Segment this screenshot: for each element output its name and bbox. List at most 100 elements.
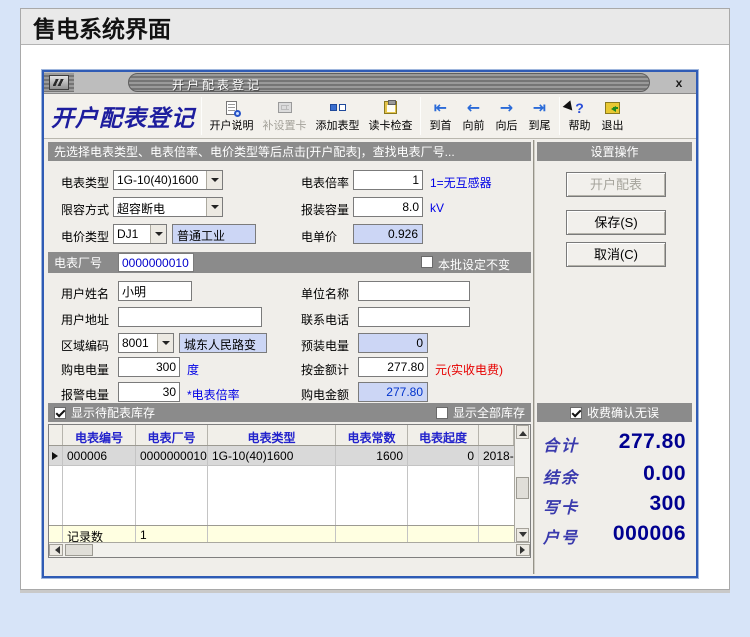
- col-header-date[interactable]: [479, 425, 514, 445]
- col-header-meter-no[interactable]: 电表编号: [63, 425, 136, 445]
- scroll-up-icon[interactable]: [516, 425, 529, 439]
- balance-value: 0.00: [643, 462, 686, 485]
- meter-type-combobox[interactable]: 1G-10(40)1600: [113, 170, 223, 190]
- page-card: 售电系统界面 开户配表登记 x 开户配表登记 开户说明 补设置卡 添加表型 读卡…: [20, 8, 730, 590]
- col-header-factory-no[interactable]: 电表厂号: [136, 425, 208, 445]
- capacity-hint: kV: [430, 201, 445, 215]
- horizontal-scrollbar[interactable]: [49, 542, 530, 557]
- phone-label: 联系电话: [301, 313, 350, 327]
- chevron-down-icon[interactable]: [157, 334, 173, 352]
- doc-search-icon: [226, 99, 241, 117]
- confirm-bar: 收费确认无误: [537, 403, 692, 422]
- show-pending-checkbox[interactable]: [54, 406, 66, 419]
- go-next-button[interactable]: → 向后: [490, 95, 523, 137]
- batch-fixed-label: 本批设定不变: [438, 258, 511, 272]
- toolbar-separator: [420, 97, 421, 135]
- table-row[interactable]: 000006 0000000010 1G-10(40)1600 1600 0 2…: [49, 446, 514, 466]
- table-empty-area: [49, 466, 514, 525]
- setup-card-button: 补设置卡: [258, 95, 311, 137]
- go-first-button[interactable]: ⇤ 到首: [424, 95, 457, 137]
- prev-arrow-icon: ←: [466, 97, 481, 117]
- show-all-label: 显示全部库存: [452, 406, 525, 420]
- vertical-scrollbar[interactable]: [514, 425, 530, 542]
- save-button[interactable]: 保存(S): [566, 210, 666, 235]
- go-last-button[interactable]: ⇥ 到尾: [523, 95, 556, 137]
- col-header-start-reading[interactable]: 电表起度: [408, 425, 479, 445]
- balance-label: 结余: [543, 468, 580, 487]
- price-type-combobox[interactable]: DJ1: [113, 224, 167, 244]
- preload-field: 0: [358, 333, 428, 353]
- multiplier-label: 电表倍率: [301, 176, 350, 190]
- instructions-button[interactable]: 开户说明: [205, 95, 258, 137]
- scroll-left-icon[interactable]: [49, 544, 63, 556]
- close-icon[interactable]: x: [670, 75, 688, 91]
- table-footer-row: 记录数 1: [49, 525, 514, 542]
- clipboard-icon: [384, 99, 397, 116]
- purchase-qty-input[interactable]: [118, 357, 180, 377]
- account-no-label: 户号: [543, 528, 580, 547]
- toolbar-separator: [201, 97, 202, 135]
- horizontal-scroll-thumb[interactable]: [65, 544, 93, 556]
- form-brand-title: 开户配表登记: [51, 105, 195, 132]
- user-name-input[interactable]: [118, 281, 192, 301]
- col-header-constant[interactable]: 电表常数: [336, 425, 408, 445]
- window-titlebar: 开户配表登记 x: [44, 72, 696, 94]
- chevron-down-icon[interactable]: [206, 171, 222, 189]
- total-label: 合计: [543, 436, 580, 455]
- fee-confirm-checkbox[interactable]: [569, 406, 582, 419]
- area-desc-field: 城东人民路变: [179, 333, 267, 353]
- scroll-right-icon[interactable]: [516, 544, 530, 556]
- purchase-amt-label: 购电金额: [301, 388, 350, 402]
- user-addr-label: 用户地址: [61, 313, 110, 327]
- account-no-value: 000006: [612, 522, 686, 545]
- price-type-label: 电价类型: [61, 230, 110, 244]
- go-prev-button[interactable]: ← 向前: [457, 95, 490, 137]
- org-name-input[interactable]: [358, 281, 470, 301]
- help-icon: ?: [575, 99, 584, 116]
- write-card-value: 300: [649, 492, 686, 515]
- app-window: 开户配表登记 x 开户配表登记 开户说明 补设置卡 添加表型 读卡检查 ⇤ 到首…: [42, 70, 698, 578]
- multiplier-input[interactable]: [353, 170, 423, 190]
- chevron-down-icon[interactable]: [150, 225, 166, 243]
- assign-meter-button: 开户配表: [566, 172, 666, 197]
- show-pending-label: 显示待配表库存: [71, 406, 156, 420]
- record-count-value: 1: [136, 526, 208, 542]
- limit-mode-combobox[interactable]: 超容断电: [113, 197, 223, 217]
- preload-label: 预装电量: [301, 339, 350, 353]
- exit-button[interactable]: 退出: [596, 95, 629, 137]
- table-header-row: 电表编号 电表厂号 电表类型 电表常数 电表起度: [49, 425, 514, 446]
- user-addr-input[interactable]: [118, 307, 262, 327]
- help-button[interactable]: ? 帮助: [563, 95, 596, 137]
- capacity-input[interactable]: [353, 197, 423, 217]
- cancel-button[interactable]: 取消(C): [566, 242, 666, 267]
- multiplier-hint: 1=无互感器: [430, 176, 492, 190]
- write-card-label: 写卡: [543, 498, 580, 517]
- fee-confirm-label: 收费确认无误: [586, 406, 659, 420]
- col-header-meter-type[interactable]: 电表类型: [208, 425, 336, 445]
- alarm-qty-input[interactable]: [118, 382, 180, 402]
- alarm-qty-hint: *电表倍率: [187, 388, 240, 402]
- by-amount-input[interactable]: [358, 357, 428, 377]
- read-card-check-button[interactable]: 读卡检查: [364, 95, 417, 137]
- limit-mode-label: 限容方式: [61, 203, 110, 217]
- show-all-checkbox[interactable]: [435, 406, 448, 419]
- price-type-desc-field: 普通工业: [172, 224, 256, 244]
- vertical-scroll-thumb[interactable]: [516, 477, 529, 499]
- area-code-combobox[interactable]: 8001: [118, 333, 174, 353]
- main-area: 先选择电表类型、电表倍率、电价类型等后点击[开户配表]，查找电表厂号... 电表…: [46, 140, 694, 574]
- record-count-label: 记录数: [63, 526, 136, 542]
- factory-no-input[interactable]: [118, 253, 194, 272]
- phone-input[interactable]: [358, 307, 470, 327]
- right-pane: 设置操作 开户配表 保存(S) 取消(C) 收费确认无误 合计 277.80 结…: [535, 140, 694, 574]
- chevron-down-icon[interactable]: [206, 198, 222, 216]
- row-marker-icon: [49, 446, 63, 465]
- batch-fixed-checkbox[interactable]: [421, 256, 433, 268]
- instruction-bar: 先选择电表类型、电表倍率、电价类型等后点击[开户配表]，查找电表厂号...: [48, 142, 531, 161]
- exit-icon: [605, 99, 620, 116]
- org-name-label: 单位名称: [301, 287, 350, 301]
- add-meter-type-button[interactable]: 添加表型: [311, 95, 364, 137]
- purchase-qty-hint: 度: [187, 363, 200, 377]
- unit-price-label: 电单价: [301, 230, 338, 244]
- scroll-down-icon[interactable]: [516, 528, 529, 542]
- add-squares-icon: [329, 99, 346, 116]
